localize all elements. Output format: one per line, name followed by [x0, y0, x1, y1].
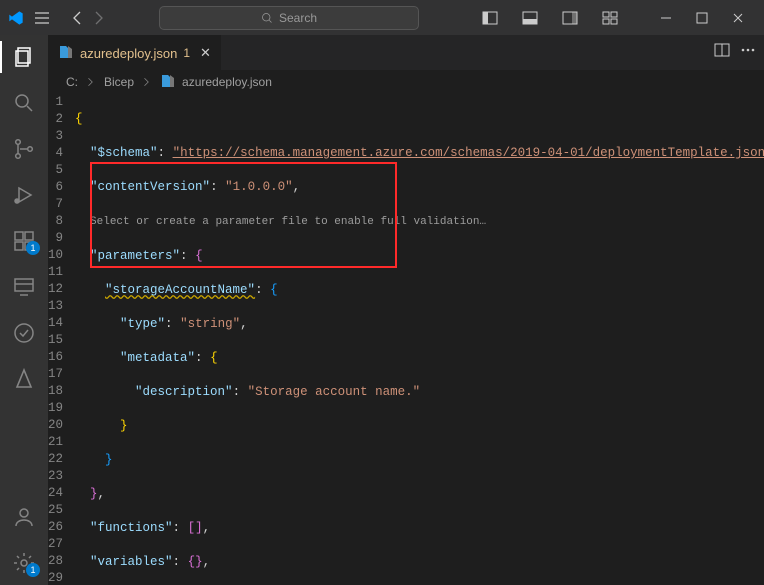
- layout-controls: [472, 4, 628, 32]
- customize-layout-icon[interactable]: [592, 4, 628, 32]
- extensions-icon[interactable]: 1: [0, 225, 48, 257]
- search-icon: [261, 12, 273, 24]
- run-debug-icon[interactable]: [0, 179, 48, 211]
- extensions-badge: 1: [26, 241, 40, 255]
- window-controls: [648, 4, 756, 32]
- tab-dirty-indicator: 1: [183, 46, 190, 60]
- explorer-icon[interactable]: [0, 41, 48, 73]
- activity-bar: 1 1: [0, 35, 48, 585]
- menu-icon[interactable]: [34, 10, 50, 26]
- chevron-right-icon: [140, 76, 154, 88]
- code-lens-hint[interactable]: Select or create a parameter file to ena…: [90, 216, 486, 228]
- source-control-icon[interactable]: [0, 133, 48, 165]
- tab-close-icon[interactable]: ✕: [200, 45, 211, 61]
- settings-badge: 1: [26, 563, 40, 577]
- nav-forward-icon[interactable]: [90, 10, 106, 26]
- editor[interactable]: 1234567891011121314151617181920212223242…: [48, 94, 764, 585]
- settings-gear-icon[interactable]: 1: [0, 547, 48, 579]
- close-icon[interactable]: [720, 4, 756, 32]
- search-activity-icon[interactable]: [0, 87, 48, 119]
- code-content[interactable]: { "$schema": "https://schema.management.…: [75, 94, 764, 585]
- vscode-logo-icon: [8, 10, 24, 26]
- maximize-icon[interactable]: [684, 4, 720, 32]
- line-gutter: 1234567891011121314151617181920212223242…: [48, 94, 75, 585]
- split-editor-icon[interactable]: [714, 42, 730, 63]
- nav-back-icon[interactable]: [70, 10, 86, 26]
- azure-icon[interactable]: [0, 363, 48, 395]
- arm-template-file-icon: [160, 73, 176, 92]
- breadcrumbs[interactable]: C: Bicep azuredeploy.json: [48, 70, 764, 94]
- remote-explorer-icon[interactable]: [0, 271, 48, 303]
- toggle-primary-sidebar-icon[interactable]: [472, 4, 508, 32]
- accounts-icon[interactable]: [0, 501, 48, 533]
- toggle-panel-icon[interactable]: [512, 4, 548, 32]
- crumb-drive[interactable]: C:: [66, 75, 78, 89]
- more-actions-icon[interactable]: [740, 42, 756, 63]
- arm-template-file-icon: [58, 44, 74, 63]
- chevron-right-icon: [84, 76, 98, 88]
- testing-icon[interactable]: [0, 317, 48, 349]
- crumb-folder[interactable]: Bicep: [104, 75, 134, 89]
- titlebar: Search: [0, 0, 764, 35]
- minimize-icon[interactable]: [648, 4, 684, 32]
- search-placeholder: Search: [279, 11, 317, 25]
- tab-name: azuredeploy.json: [80, 46, 177, 61]
- search-input[interactable]: Search: [159, 6, 419, 30]
- tab-azuredeploy[interactable]: azuredeploy.json 1 ✕: [48, 35, 221, 70]
- tab-bar: azuredeploy.json 1 ✕: [48, 35, 764, 70]
- crumb-file[interactable]: azuredeploy.json: [182, 75, 272, 89]
- toggle-secondary-sidebar-icon[interactable]: [552, 4, 588, 32]
